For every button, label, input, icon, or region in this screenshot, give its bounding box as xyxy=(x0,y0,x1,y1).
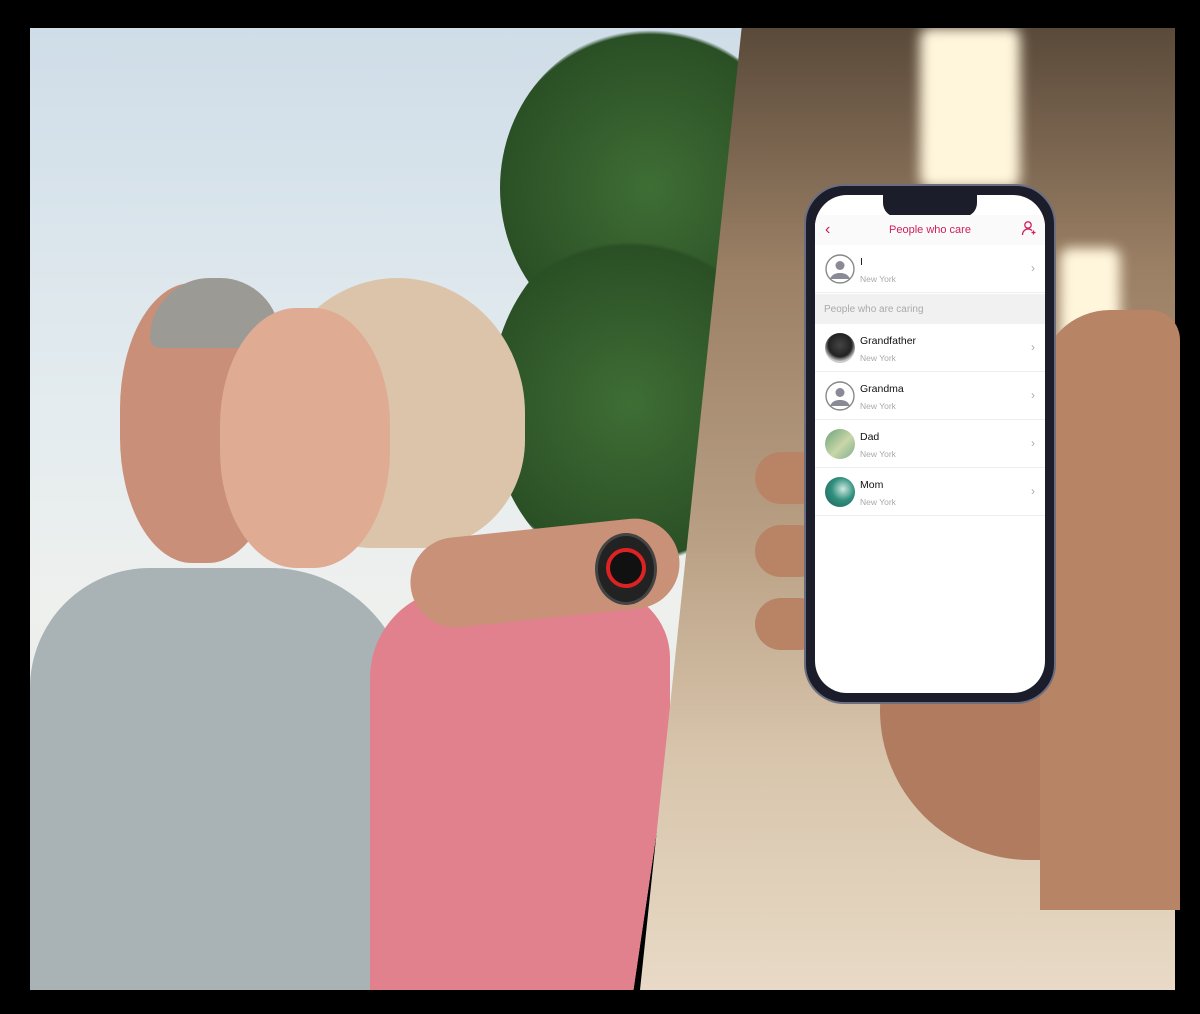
woman-head xyxy=(220,308,390,568)
list-item[interactable]: Grandfather New York › xyxy=(815,324,1045,372)
contact-name: I xyxy=(860,256,863,268)
contact-name: Mom xyxy=(860,479,884,491)
chevron-right-icon: › xyxy=(1031,388,1035,402)
light xyxy=(920,28,1020,188)
avatar-placeholder xyxy=(825,381,855,411)
contact-location: New York xyxy=(860,353,896,363)
chevron-right-icon: › xyxy=(1031,261,1035,275)
add-user-icon[interactable] xyxy=(1021,220,1037,241)
chevron-right-icon: › xyxy=(1031,340,1035,354)
section-header: People who are caring xyxy=(815,294,1045,324)
list-item[interactable]: Dad New York › xyxy=(815,420,1045,468)
notch xyxy=(883,195,977,217)
phone: ‹ People who care I New York › People wh… xyxy=(804,184,1056,704)
avatar xyxy=(825,477,855,507)
list-item-me[interactable]: I New York › xyxy=(815,245,1045,293)
header: ‹ People who care xyxy=(815,215,1045,245)
list-item[interactable]: Mom New York › xyxy=(815,468,1045,516)
chevron-right-icon: › xyxy=(1031,436,1035,450)
contact-name: Dad xyxy=(860,431,880,443)
contact-name: Grandfather xyxy=(860,335,917,347)
man-shirt xyxy=(30,568,410,990)
avatar xyxy=(825,333,855,363)
woman-shirt xyxy=(370,588,670,990)
smartwatch xyxy=(595,533,657,605)
contact-location: New York xyxy=(860,274,896,284)
avatar-placeholder xyxy=(825,254,855,284)
contact-location: New York xyxy=(860,401,896,411)
page-title: People who care xyxy=(889,224,971,236)
watch-face xyxy=(606,548,646,588)
avatar xyxy=(825,429,855,459)
chevron-right-icon: › xyxy=(1031,484,1035,498)
phone-screen: ‹ People who care I New York › People wh… xyxy=(815,195,1045,693)
contact-location: New York xyxy=(860,497,896,507)
list-item[interactable]: Grandma New York › xyxy=(815,372,1045,420)
contact-location: New York xyxy=(860,449,896,459)
contact-name: Grandma xyxy=(860,383,904,395)
hand-thumb xyxy=(1040,310,1180,910)
